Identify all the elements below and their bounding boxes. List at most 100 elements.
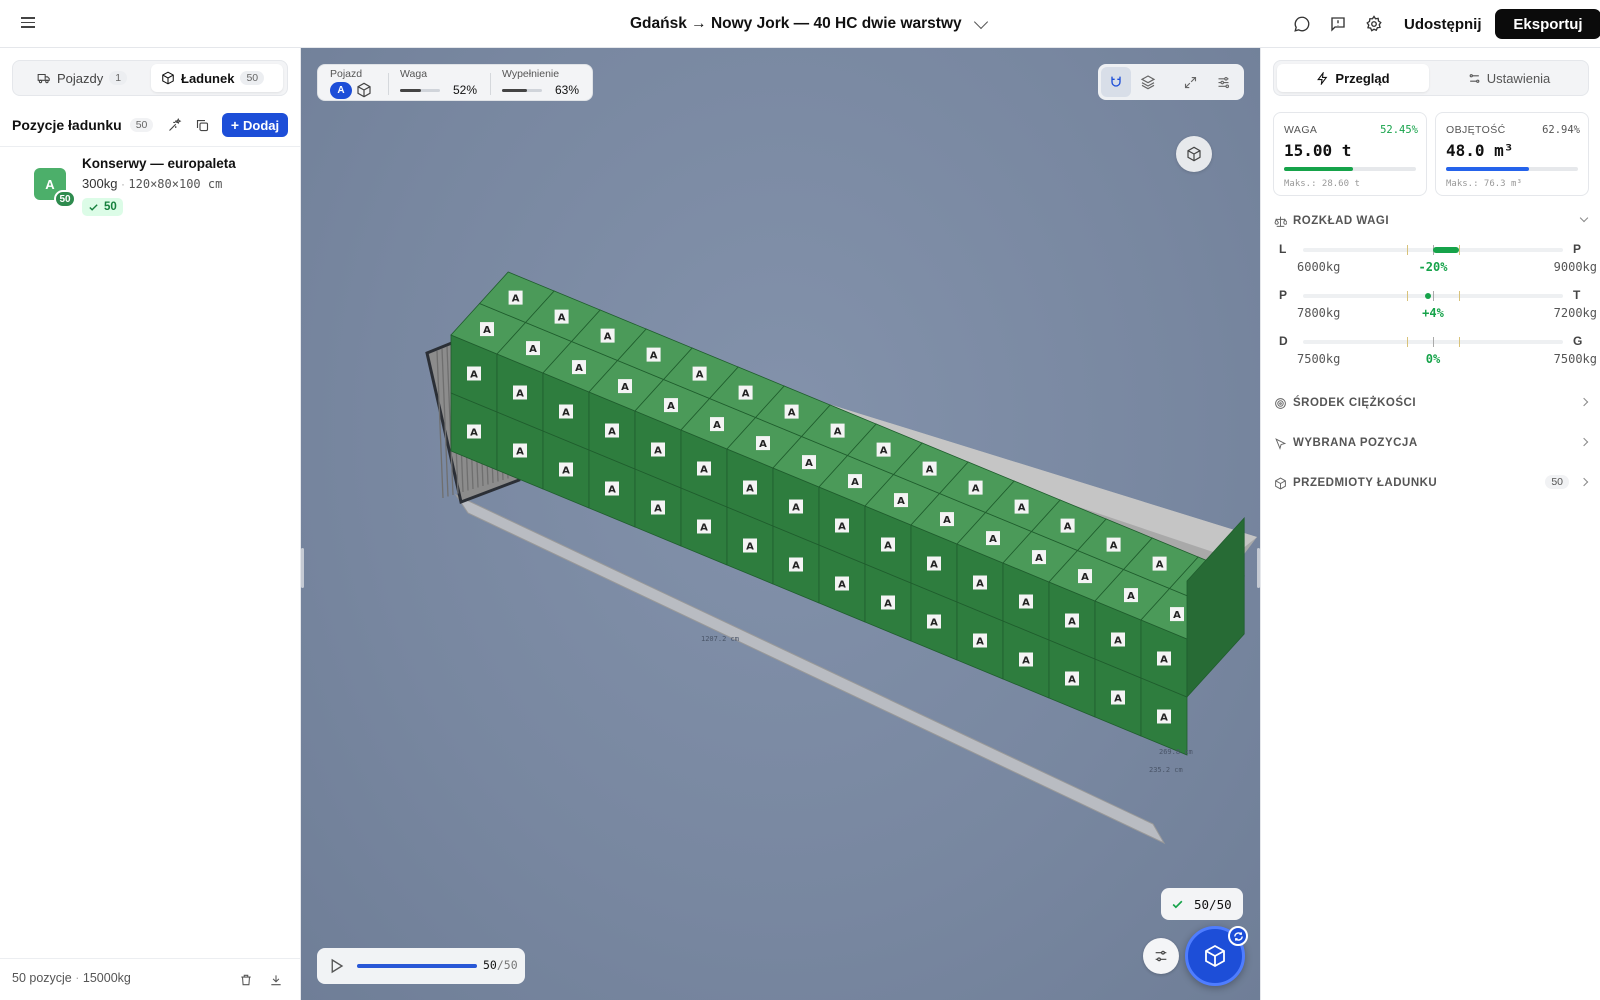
refresh-icon[interactable] [1228,926,1248,946]
cargo-box-top-label: A [742,389,750,400]
filter-button[interactable] [1143,938,1179,974]
cargo-box-top-label: A [1064,522,1072,533]
magnet-icon[interactable] [1101,67,1131,97]
dimension-label: 235.2 cm [1149,766,1183,774]
distribution-row: L P 6000kg -20% 9000kg [1273,242,1597,282]
cargo-box-top-label: A [926,465,934,476]
cube-icon [1187,146,1201,162]
tab-cargo[interactable]: Ładunek 50 [151,64,283,92]
tab-settings[interactable]: Ustawienia [1433,64,1585,92]
copy-icon[interactable] [192,115,212,135]
stats-divider [490,73,491,95]
distribution-left-label: P [1279,288,1288,302]
cargo-box-top-label: A [1110,541,1118,552]
cargo-box-label: A [516,389,524,400]
play-icon[interactable] [327,957,345,975]
weight-metric-max: Maks.: 28.60 t [1284,179,1360,189]
cargo-box-label: A [1068,617,1076,628]
dimension-label: 1207.2 cm [701,635,739,643]
vehicle-label: Pojazd [330,68,363,80]
export-button[interactable]: Eksportuj [1495,9,1600,39]
download-icon[interactable] [266,970,286,990]
cargo-box-top-label: A [943,515,951,526]
target-icon [1273,396,1287,410]
plan-selector[interactable]: Gdańsk → Nowy Jork — 40 HC dwie warstwy [630,13,988,35]
cargo-items-header[interactable]: PRZEDMIOTY ŁADUNKU 50 [1273,472,1591,494]
cargo-box-top-label: A [897,496,905,507]
cargo-box-label: A [976,637,984,648]
cargo-box-label: A [792,561,800,572]
item-meta: 300kg · 120×80×100 cm [82,176,223,191]
cargo-box-label: A [792,503,800,514]
cargo-box-top-label: A [575,363,583,374]
cargo-box-top-label: A [1018,503,1026,514]
container-scene[interactable]: A A A A A A A A A A A A A A A A A A A A A A A A A A A A A A A A A A A A A A A A… [301,48,1260,1000]
expand-icon[interactable] [1175,67,1205,97]
stats-divider [388,73,389,95]
weight-metric-value: 15.00 t [1284,141,1352,160]
distribution-dot [1424,293,1431,299]
weight-metric-bar [1284,167,1416,171]
tab-vehicles-label: Pojazdy [57,70,104,86]
cargo-box-label: A [562,466,570,477]
vehicle-chip[interactable]: A [330,82,352,99]
cargo-box-top-label: A [558,313,566,324]
sliders-icon[interactable] [1208,67,1238,97]
3d-viewport[interactable]: A A A A A A A A A A A A A A A A A A A A A A A A A A A A A A A A A A A A A A A A… [301,48,1260,1000]
list-item[interactable]: A 50 Konserwy — europaleta 300kg · 120×8… [32,156,292,220]
center-of-gravity-header[interactable]: ŚRODEK CIĘŻKOŚCI [1273,392,1591,414]
cargo-box-top-label: A [1127,591,1135,602]
item-loaded-status: 50 [82,198,123,216]
chevron-right-icon [1579,477,1589,487]
cargo-box-top-label: A [604,332,612,343]
distribution-track [1303,291,1563,301]
cargo-box-top-label: A [713,420,721,431]
layers-icon[interactable] [1133,67,1163,97]
distribution-left-label: L [1279,242,1287,256]
weight-metric-card: WAGA 52.45% 15.00 t Maks.: 28.60 t [1273,112,1427,196]
playback-slider[interactable] [357,964,477,968]
fill-pct: 63% [555,83,580,97]
tab-vehicles[interactable]: Pojazdy 1 [27,64,137,92]
cargo-list-count: 50 [129,118,154,132]
share-button[interactable]: Udostępnij [1394,9,1492,39]
cargo-box-label: A [1114,636,1122,647]
distribution-bar [1433,247,1459,253]
distribution-right-label: T [1573,288,1581,302]
cargo-box-top-label: A [512,294,520,305]
gear-icon[interactable] [1364,14,1384,34]
distribution-track [1303,337,1563,347]
truck-icon [37,73,50,84]
add-item-button[interactable]: + Dodaj [222,113,288,137]
auto-arrange-icon[interactable] [164,115,184,135]
cube-outline-icon[interactable] [356,82,372,103]
selected-item-header[interactable]: WYBRANA POZYCJA [1273,432,1591,454]
feedback-icon[interactable] [1328,14,1348,34]
view-cube-button[interactable] [1176,136,1212,172]
cargo-box-top-label: A [1035,553,1043,564]
box-icon [162,71,174,85]
trash-icon[interactable] [236,970,256,990]
cargo-box-label: A [1114,694,1122,705]
weight-distribution-header[interactable]: ROZKŁAD WAGI [1273,210,1591,232]
menu-icon[interactable] [18,14,38,34]
distribution-balance: 0% [1425,352,1441,366]
center-of-gravity-title: ŚRODEK CIĘŻKOŚCI [1293,397,1417,409]
chat-icon[interactable] [1292,14,1312,34]
left-panel-resize-handle[interactable] [301,548,304,588]
check-icon [89,203,98,211]
tab-overview[interactable]: Przegląd [1277,64,1429,92]
weight-metric-pct: 52.45% [1380,124,1418,136]
center-tick [1433,337,1434,347]
app-header: Gdańsk → Nowy Jork — 40 HC dwie warstwy … [0,0,1600,48]
distribution-left-value: 7800kg [1297,306,1341,320]
cargo-box-label: A [562,408,570,419]
distribution-left-value: 7500kg [1297,352,1341,366]
weight-metric-label: WAGA [1284,124,1318,136]
distribution-row: D G 7500kg 0% 7500kg [1273,334,1597,374]
fill-mini-bar [502,89,542,92]
cargo-box-label: A [1068,675,1076,686]
weight-metric-fill [1284,167,1354,171]
volume-metric-pct: 62.94% [1542,124,1580,136]
cargo-box-top-label: A [696,370,704,381]
